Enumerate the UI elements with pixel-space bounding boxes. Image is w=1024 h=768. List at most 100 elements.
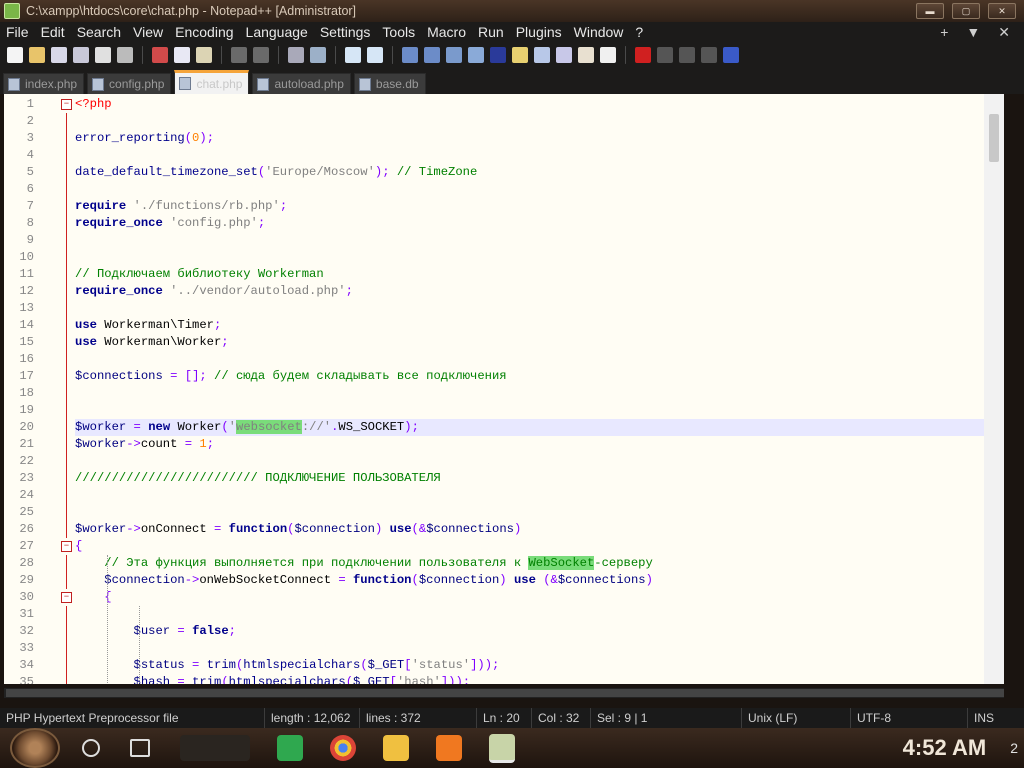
chrome-app-icon[interactable]	[330, 735, 356, 761]
code-line[interactable]: $hash = trim(htmlspecialchars($_GET['has…	[75, 674, 1004, 684]
menu-encoding[interactable]: Encoding	[169, 24, 239, 40]
code-line[interactable]: $connection->onWebSocketConnect = functi…	[75, 572, 1004, 589]
tab-index-php[interactable]: index.php	[3, 73, 85, 94]
close-button[interactable]: ✕	[988, 3, 1016, 19]
task-view-icon[interactable]	[130, 739, 150, 757]
notepadpp-taskbar-icon[interactable]	[489, 733, 515, 763]
tab-config-php[interactable]: config.php	[87, 73, 172, 94]
doc-map-icon[interactable]	[534, 47, 550, 63]
zoom-in-icon[interactable]	[345, 47, 361, 63]
maximize-button[interactable]: ▢	[952, 3, 980, 19]
code-line[interactable]: use Workerman\Timer;	[75, 317, 1004, 334]
status-insert-mode[interactable]: INS	[967, 708, 1010, 728]
code-line[interactable]	[75, 402, 1004, 419]
code-line[interactable]: error_reporting(0);	[75, 130, 1004, 147]
taskbar-clock[interactable]: 4:52 AM	[903, 735, 987, 761]
code-line[interactable]	[75, 606, 1004, 623]
tab-list-dropdown[interactable]: ▼	[966, 24, 980, 41]
code-line[interactable]: $worker = new Worker('websocket://'.WS_S…	[75, 419, 1004, 436]
close-icon[interactable]	[95, 47, 111, 63]
code-line[interactable]	[75, 453, 1004, 470]
new-file-icon[interactable]	[7, 47, 23, 63]
code-line[interactable]: // Подключаем библиотеку Workerman	[75, 266, 1004, 283]
status-eol[interactable]: Unix (LF)	[741, 708, 850, 728]
hangouts-app-icon[interactable]	[277, 735, 303, 761]
open-file-icon[interactable]	[29, 47, 45, 63]
horizontal-scrollbar[interactable]	[4, 684, 1004, 702]
code-line[interactable]: $status = trim(htmlspecialchars($_GET['s…	[75, 657, 1004, 674]
tab-autoload-php[interactable]: autoload.php	[252, 73, 351, 94]
code-editor[interactable]: 1 2 3 4 5 6 7 8 9 10 11 12 13 14 15 16 17 18 19 20 21 22 23 24 2…	[4, 94, 1004, 684]
code-line[interactable]	[75, 181, 1004, 198]
undo-icon[interactable]	[231, 47, 247, 63]
menu-help[interactable]: ?	[629, 24, 649, 40]
vertical-scrollbar[interactable]	[984, 94, 1004, 684]
menu-tools[interactable]: Tools	[376, 24, 421, 40]
fold-toggle-icon[interactable]: −	[61, 592, 72, 603]
menu-search[interactable]: Search	[71, 24, 127, 40]
fold-toggle-icon[interactable]: −	[61, 541, 72, 552]
code-line[interactable]: use Workerman\Worker;	[75, 334, 1004, 351]
tab-chat-php[interactable]: chat.php	[174, 70, 250, 94]
code-line[interactable]	[75, 351, 1004, 368]
code-line[interactable]	[75, 504, 1004, 521]
sync-scroll-v-icon[interactable]	[402, 47, 418, 63]
code-line[interactable]	[75, 249, 1004, 266]
word-wrap-icon[interactable]	[446, 47, 462, 63]
play-multiple-macro-icon[interactable]	[701, 47, 717, 63]
code-line[interactable]: $worker->count = 1;	[75, 436, 1004, 453]
menu-file[interactable]: File	[0, 24, 35, 40]
menu-macro[interactable]: Macro	[421, 24, 472, 40]
sync-scroll-h-icon[interactable]	[424, 47, 440, 63]
print-icon[interactable]	[117, 47, 133, 63]
menu-edit[interactable]: Edit	[35, 24, 71, 40]
menu-window[interactable]: Window	[568, 24, 630, 40]
minimize-button[interactable]: ▬	[916, 3, 944, 19]
status-encoding[interactable]: UTF-8	[850, 708, 967, 728]
cortana-icon[interactable]	[82, 739, 100, 757]
function-list-icon[interactable]	[556, 47, 572, 63]
start-button[interactable]	[10, 728, 60, 768]
code-line[interactable]	[75, 147, 1004, 164]
menu-run[interactable]: Run	[472, 24, 510, 40]
code-line[interactable]	[75, 232, 1004, 249]
play-macro-icon[interactable]	[679, 47, 695, 63]
taskbar-search-box[interactable]	[180, 735, 250, 761]
code-line[interactable]: $worker->onConnect = function($connectio…	[75, 521, 1004, 538]
zoom-out-icon[interactable]	[367, 47, 383, 63]
xampp-app-icon[interactable]	[436, 735, 462, 761]
code-line[interactable]	[75, 385, 1004, 402]
find-icon[interactable]	[288, 47, 304, 63]
menu-plugins[interactable]: Plugins	[510, 24, 568, 40]
save-all-icon[interactable]	[73, 47, 89, 63]
indent-guide-icon[interactable]	[490, 47, 506, 63]
code-line[interactable]	[75, 300, 1004, 317]
folder-as-workspace-icon[interactable]	[578, 47, 594, 63]
record-macro-icon[interactable]	[635, 47, 651, 63]
replace-icon[interactable]	[310, 47, 326, 63]
show-all-chars-icon[interactable]	[468, 47, 484, 63]
menu-view[interactable]: View	[127, 24, 169, 40]
code-line[interactable]: date_default_timezone_set('Europe/Moscow…	[75, 164, 1004, 181]
code-line[interactable]: // Эта функция выполняется при подключен…	[75, 555, 1004, 572]
new-tab-button[interactable]: +	[940, 24, 948, 41]
tab-base-db[interactable]: base.db	[353, 73, 426, 94]
notification-center-icon[interactable]: 2	[1010, 740, 1018, 756]
code-line[interactable]: ///////////////////////// ПОДКЛЮЧЕНИЕ ПО…	[75, 470, 1004, 487]
save-macro-icon[interactable]	[723, 47, 739, 63]
file-explorer-icon[interactable]	[383, 735, 409, 761]
code-line[interactable]: <?php	[75, 96, 1004, 113]
monitoring-eye-icon[interactable]	[600, 47, 616, 63]
code-line[interactable]	[75, 113, 1004, 130]
code-line[interactable]	[75, 640, 1004, 657]
code-line[interactable]: $user = false;	[75, 623, 1004, 640]
code-line[interactable]: require './functions/rb.php';	[75, 198, 1004, 215]
vertical-scroll-thumb[interactable]	[989, 114, 999, 162]
menu-settings[interactable]: Settings	[314, 24, 377, 40]
user-language-icon[interactable]	[512, 47, 528, 63]
code-line[interactable]: {	[75, 589, 1004, 606]
stop-macro-icon[interactable]	[657, 47, 673, 63]
horizontal-scroll-thumb[interactable]	[6, 689, 1004, 697]
cut-icon[interactable]	[152, 47, 168, 63]
code-line[interactable]: require_once '../vendor/autoload.php';	[75, 283, 1004, 300]
